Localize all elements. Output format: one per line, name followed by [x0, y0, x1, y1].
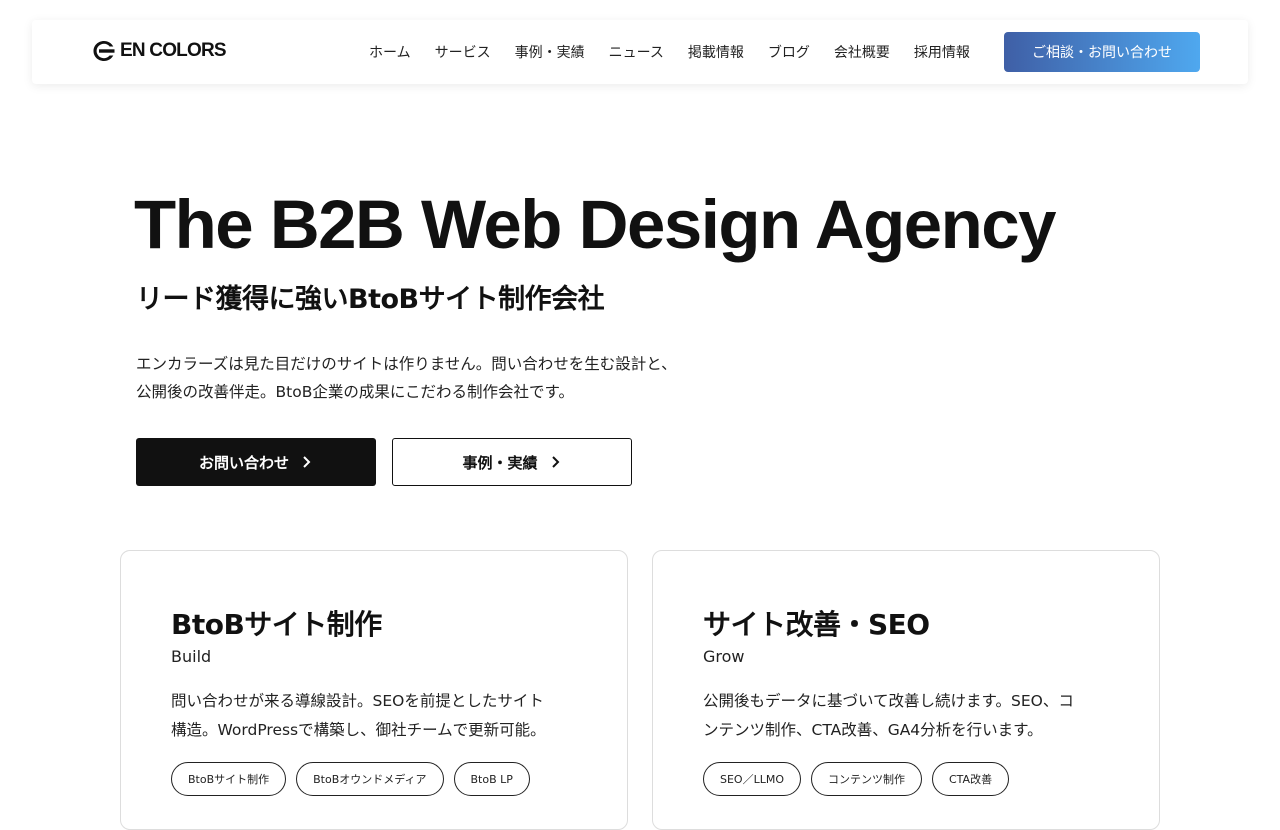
card-description: 公開後もデータに基づいて改善し続けます。SEO、コ ンテンツ制作、CTA改善、G… [703, 687, 1123, 745]
contact-cta-button[interactable]: ご相談・お問い合わせ [1004, 32, 1200, 72]
nav-item-services[interactable]: サービス [435, 42, 491, 62]
card-subtitle: Build [171, 647, 212, 666]
tag-seo-llmo[interactable]: SEO／LLMO [703, 762, 801, 796]
nav-item-home[interactable]: ホーム [369, 42, 411, 62]
tag-cta-improvement[interactable]: CTA改善 [932, 762, 1010, 796]
card-title: BtoBサイト制作 [171, 608, 382, 641]
hero-description-line: エンカラーズは見た目だけのサイトは作りません。問い合わせを生む設計と、 [136, 355, 677, 373]
contact-button[interactable]: お問い合わせ [136, 438, 376, 486]
card-subtitle: Grow [703, 647, 745, 666]
service-card-build[interactable]: BtoBサイト制作 Build 問い合わせが来る導線設計。SEOを前提としたサイ… [120, 550, 628, 830]
tag-content[interactable]: コンテンツ制作 [811, 762, 922, 796]
nav-item-news[interactable]: ニュース [609, 42, 664, 62]
nav-item-works[interactable]: 事例・実績 [515, 42, 585, 62]
nav-item-blog[interactable]: ブログ [768, 42, 810, 62]
main-nav: ホーム サービス 事例・実績 ニュース 掲載情報 ブログ 会社概要 採用情報 [369, 20, 970, 84]
chevron-right-icon [551, 456, 559, 468]
tag-btob-lp[interactable]: BtoB LP [453, 762, 530, 796]
nav-item-media[interactable]: 掲載情報 [688, 42, 744, 62]
card-description-line: 公開後もデータに基づいて改善し続けます。SEO、コ [703, 692, 1074, 710]
tag-btob-site[interactable]: BtoBサイト制作 [171, 762, 287, 796]
chevron-right-icon [303, 456, 311, 468]
tag-owned-media[interactable]: BtoBオウンドメディア [296, 762, 444, 796]
logo[interactable]: EN COLORS [92, 40, 227, 62]
card-description-line: 構造。WordPressで構築し、御社チームで更新可能。 [171, 721, 546, 739]
hero-description-line: 公開後の改善伴走。BtoB企業の成果にこだわる制作会社です。 [136, 383, 574, 401]
service-card-grow[interactable]: サイト改善・SEO Grow 公開後もデータに基づいて改善し続けます。SEO、コ… [652, 550, 1160, 830]
nav-item-recruit[interactable]: 採用情報 [914, 42, 970, 62]
logo-mark-icon [93, 41, 115, 61]
hero-description: エンカラーズは見た目だけのサイトは作りません。問い合わせを生む設計と、 公開後の… [136, 350, 776, 406]
works-button[interactable]: 事例・実績 [392, 438, 632, 486]
hero-title: The B2B Web Design Agency [134, 186, 1057, 263]
works-button-label: 事例・実績 [462, 453, 538, 472]
tag-list: SEO／LLMO コンテンツ制作 CTA改善 [703, 762, 1010, 796]
logo-text: EN COLORS [120, 40, 227, 61]
card-description-line: 問い合わせが来る導線設計。SEOを前提としたサイト [171, 692, 544, 710]
tag-list: BtoBサイト制作 BtoBオウンドメディア BtoB LP [171, 762, 530, 796]
contact-button-label: お問い合わせ [198, 453, 289, 472]
site-header: EN COLORS ホーム サービス 事例・実績 ニュース 掲載情報 ブログ 会… [32, 20, 1248, 84]
nav-item-company[interactable]: 会社概要 [834, 42, 890, 62]
hero-subtitle: リード獲得に強いBtoBサイト制作会社 [136, 284, 605, 315]
card-title: サイト改善・SEO [703, 608, 930, 641]
card-description-line: ンテンツ制作、CTA改善、GA4分析を行います。 [703, 721, 1043, 739]
card-description: 問い合わせが来る導線設計。SEOを前提としたサイト 構造。WordPressで構… [171, 687, 591, 745]
